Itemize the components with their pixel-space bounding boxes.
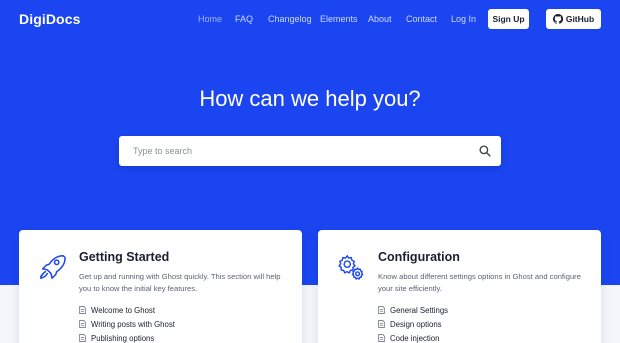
document-icon: [378, 306, 385, 314]
top-navbar: DigiDocs Home FAQ Changelog Elements Abo…: [0, 0, 620, 40]
card-link-list: General Settings Design options Code inj…: [378, 303, 448, 343]
nav-elements[interactable]: Elements: [320, 14, 358, 24]
document-icon: [79, 306, 86, 314]
card-link[interactable]: Design options: [378, 317, 448, 331]
card-link-label: Writing posts with Ghost: [91, 319, 175, 329]
card-description: Know about different settings options in…: [378, 272, 581, 293]
card-link[interactable]: Code injection: [378, 331, 448, 343]
card-title: Getting Started: [79, 250, 170, 264]
github-icon: [552, 14, 563, 24]
nav-login[interactable]: Log In: [451, 14, 476, 24]
card-link[interactable]: Publishing options: [79, 331, 175, 343]
document-icon: [79, 320, 86, 328]
nav-faq[interactable]: FAQ: [235, 14, 253, 24]
search-input[interactable]: [119, 136, 469, 166]
card-link-label: General Settings: [390, 305, 449, 315]
card-link-label: Design options: [390, 319, 442, 329]
nav-home[interactable]: Home: [198, 14, 222, 24]
signup-button[interactable]: Sign Up: [488, 9, 529, 29]
hero-headline: How can we help you?: [199, 86, 421, 111]
nav-about[interactable]: About: [368, 14, 392, 24]
card-link-list: Welcome to Ghost Writing posts with Ghos…: [79, 303, 175, 343]
card-link[interactable]: Welcome to Ghost: [79, 303, 175, 317]
card-title: Configuration: [378, 250, 460, 264]
card-link-label: Welcome to Ghost: [91, 305, 155, 315]
card-getting-started: Getting Started Get up and running with …: [19, 230, 302, 343]
card-link-label: Publishing options: [91, 333, 155, 343]
card-link-label: Code injection: [390, 333, 440, 343]
nav-changelog[interactable]: Changelog: [268, 14, 312, 24]
nav-contact[interactable]: Contact: [406, 14, 437, 24]
gears-icon: [338, 255, 364, 280]
github-label: GitHub: [565, 14, 595, 24]
card-configuration: Configuration Know about different setti…: [318, 230, 601, 343]
github-button[interactable]: GitHub: [546, 9, 601, 29]
card-description: Get up and running with Ghost quickly. T…: [79, 272, 281, 293]
rocket-icon: [40, 255, 66, 279]
document-icon: [378, 320, 385, 328]
search-icon[interactable]: [479, 145, 491, 157]
document-icon: [378, 334, 385, 342]
search-box: [119, 136, 501, 166]
brand-logo[interactable]: DigiDocs: [19, 11, 80, 27]
card-link[interactable]: General Settings: [378, 303, 448, 317]
card-link[interactable]: Writing posts with Ghost: [79, 317, 175, 331]
document-icon: [79, 334, 86, 342]
